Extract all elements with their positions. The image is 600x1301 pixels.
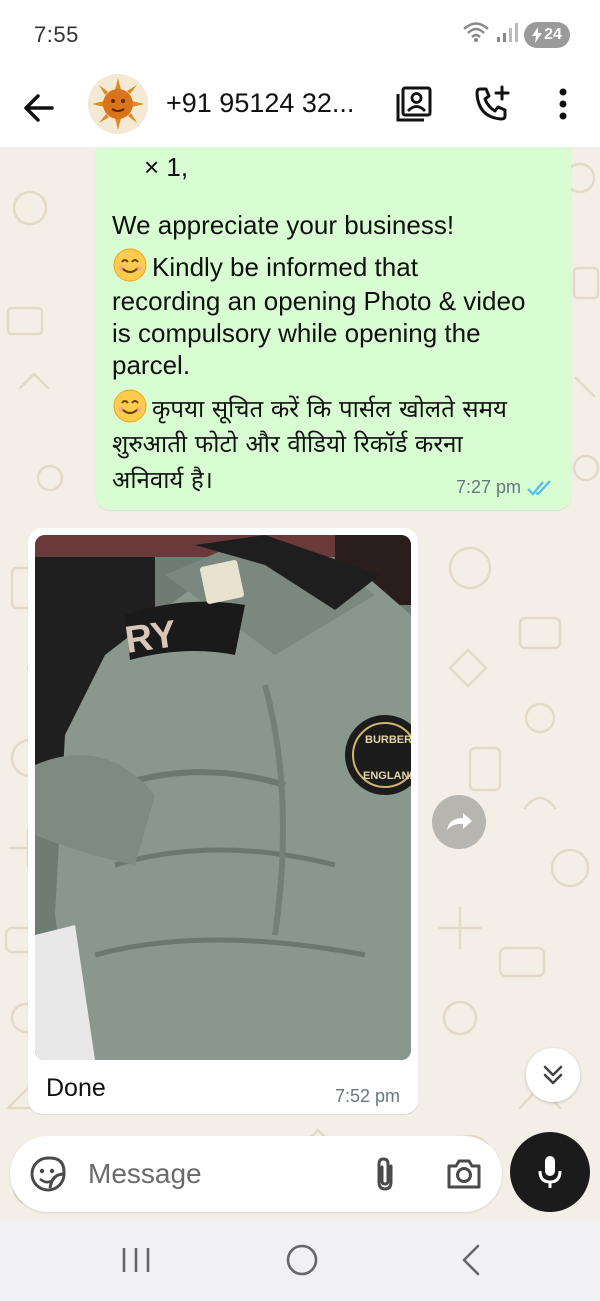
mic-icon[interactable] <box>510 1132 590 1212</box>
home-icon[interactable] <box>282 1242 322 1278</box>
battery-level: 24 <box>544 25 562 43</box>
message-input[interactable] <box>88 1152 348 1196</box>
outgoing-message-bubble[interactable]: × 1, We appreciate your business! Kindly… <box>96 148 571 510</box>
incoming-image-message[interactable]: RY BURBERRY ENGLAND Done 7:52 pm <box>28 528 418 1114</box>
chat-area[interactable]: × 1, We appreciate your business! Kindly… <box>0 148 600 1220</box>
add-call-icon[interactable] <box>472 84 512 124</box>
contact-card-icon[interactable] <box>394 84 434 124</box>
sticker-icon[interactable] <box>28 1154 68 1194</box>
message-line: × 1, <box>144 152 189 182</box>
message-time: 7:27 pm <box>455 477 521 497</box>
smiling-face-emoji <box>113 248 147 282</box>
message-line: अनिवार्य है। <box>112 466 213 494</box>
signal-icon <box>496 20 518 49</box>
recent-apps-icon[interactable] <box>116 1242 156 1278</box>
message-composer <box>10 1136 502 1212</box>
read-ticks-icon <box>527 479 551 496</box>
chat-header: +91 95124 32... <box>0 68 600 148</box>
message-line: Kindly be informed that <box>152 252 418 282</box>
attach-icon[interactable] <box>366 1154 406 1194</box>
badge-text-top: BURBERRY <box>365 734 411 746</box>
status-bar: 7:55 24 <box>0 0 600 68</box>
back-icon[interactable] <box>452 1242 492 1278</box>
wifi-icon <box>462 20 490 49</box>
battery-charging-icon: 24 <box>524 21 570 48</box>
avatar[interactable] <box>88 74 148 134</box>
message-time: 7:52 pm <box>334 1086 400 1106</box>
scroll-down-icon[interactable] <box>526 1048 580 1102</box>
contact-name[interactable]: +91 95124 32... <box>166 88 354 119</box>
image-caption: Done <box>46 1074 106 1102</box>
message-line: is compulsory while opening the <box>112 318 481 348</box>
system-nav-bar <box>0 1220 600 1301</box>
forward-icon[interactable] <box>432 795 486 849</box>
more-vert-icon[interactable] <box>548 84 578 124</box>
message-photo[interactable]: RY BURBERRY ENGLAND <box>35 535 411 1060</box>
message-line-with-emoji: कृपया सूचित करें कि पार्सल खोलते समय <box>112 388 507 425</box>
collar-text: RY <box>122 613 179 662</box>
message-line: parcel. <box>112 350 191 380</box>
message-line: कृपया सूचित करें कि पार्सल खोलते समय <box>152 395 507 423</box>
camera-icon[interactable] <box>444 1154 484 1194</box>
message-line: recording an opening Photo & video <box>112 286 526 316</box>
message-line-with-emoji: Kindly be informed that <box>112 247 418 283</box>
back-arrow-icon[interactable] <box>20 86 60 130</box>
smiling-face-emoji <box>113 389 147 423</box>
message-line: We appreciate your business! <box>112 210 455 240</box>
message-line: शुरुआती फोटो और वीडियो रिकॉर्ड करना <box>112 430 463 458</box>
badge-text-bottom: ENGLAND <box>363 770 411 782</box>
status-time: 7:55 <box>34 22 79 47</box>
message-meta: 7:27 pm <box>456 477 555 498</box>
status-icons: 24 <box>462 20 570 49</box>
